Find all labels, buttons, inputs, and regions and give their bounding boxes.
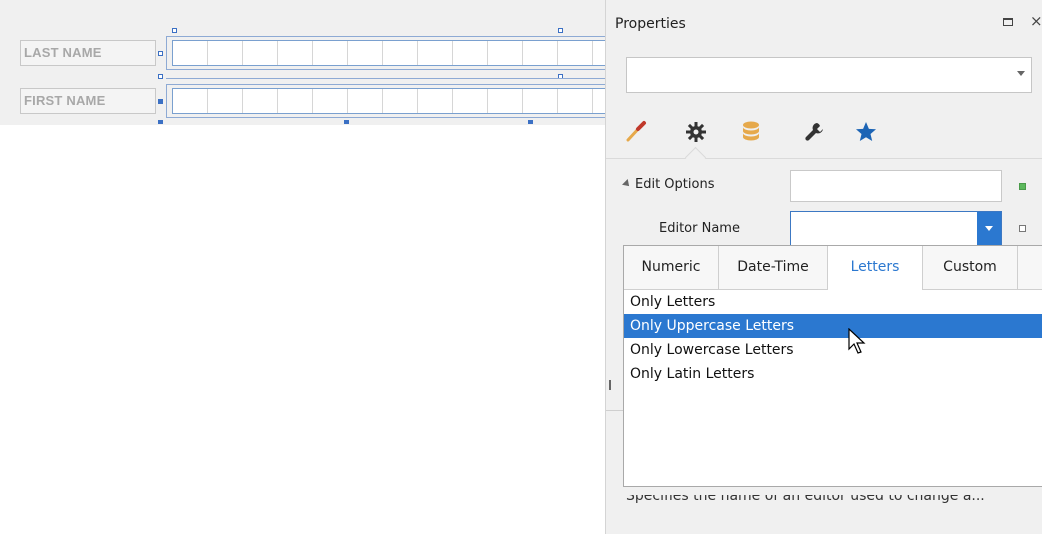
database-icon[interactable] xyxy=(737,118,765,146)
list-item[interactable]: Only Lowercase Letters xyxy=(624,338,1042,362)
chevron-down-icon[interactable] xyxy=(1017,71,1025,76)
guide-line xyxy=(166,78,614,79)
property-marker-icon[interactable] xyxy=(1019,183,1026,190)
side-indicator xyxy=(609,380,611,390)
gear-icon[interactable] xyxy=(682,118,710,146)
mask-list: Only Letters Only Uppercase Letters Only… xyxy=(624,290,1042,386)
property-marker-icon[interactable] xyxy=(1019,225,1026,232)
selection-handle[interactable] xyxy=(344,120,349,124)
first-name-label[interactable]: FIRST NAME xyxy=(20,88,156,114)
selection-handle[interactable] xyxy=(558,28,563,33)
list-item[interactable]: Only Latin Letters xyxy=(624,362,1042,386)
selection-handle[interactable] xyxy=(172,28,177,33)
editor-name-row[interactable]: Editor Name xyxy=(606,211,1042,247)
tab-letters[interactable]: Letters xyxy=(828,246,923,290)
list-item-selected[interactable]: Only Uppercase Letters xyxy=(624,314,1042,338)
panel-title: Properties xyxy=(615,16,686,32)
tab-custom[interactable]: Custom xyxy=(923,246,1018,289)
object-selector-combo[interactable] xyxy=(626,57,1032,93)
editor-name-combo[interactable] xyxy=(790,211,1002,246)
edit-options-row[interactable]: Edit Options xyxy=(606,168,1042,204)
collapse-triangle-icon[interactable] xyxy=(622,179,632,189)
design-surface[interactable]: LAST NAME FIRST NAME xyxy=(0,0,614,125)
selection-handle[interactable] xyxy=(158,120,163,124)
properties-panel: Properties × Edit Options Editor Name Sp… xyxy=(605,0,1042,534)
selection-handle[interactable] xyxy=(158,51,163,56)
brush-icon[interactable] xyxy=(622,118,650,146)
edit-options-value[interactable] xyxy=(790,170,1002,202)
selection-handle[interactable] xyxy=(528,120,533,124)
last-name-comb-field[interactable] xyxy=(172,40,612,66)
selection-handle[interactable] xyxy=(158,74,163,79)
mouse-cursor-icon xyxy=(848,327,868,360)
editor-dropdown-popup: Numeric Date-Time Letters Custom Only Le… xyxy=(623,245,1042,487)
wrench-icon[interactable] xyxy=(800,118,828,146)
restore-window-icon[interactable] xyxy=(1003,18,1013,26)
dropdown-button[interactable] xyxy=(977,212,1001,245)
side-divider xyxy=(606,410,623,411)
star-icon[interactable] xyxy=(852,118,880,146)
tab-date-time[interactable]: Date-Time xyxy=(719,246,828,289)
edit-options-label: Edit Options xyxy=(635,177,715,192)
close-icon[interactable]: × xyxy=(1030,12,1042,30)
editor-name-label: Editor Name xyxy=(659,221,740,236)
list-item[interactable]: Only Letters xyxy=(624,290,1042,314)
dropdown-tabs: Numeric Date-Time Letters Custom xyxy=(624,246,1042,290)
tab-divider xyxy=(606,158,1042,159)
last-name-label[interactable]: LAST NAME xyxy=(20,40,156,66)
first-name-comb-field[interactable] xyxy=(172,88,612,114)
selection-handle[interactable] xyxy=(158,99,163,104)
description-overlap xyxy=(606,487,1042,495)
property-tabs xyxy=(606,108,1042,156)
tab-numeric[interactable]: Numeric xyxy=(624,246,719,289)
